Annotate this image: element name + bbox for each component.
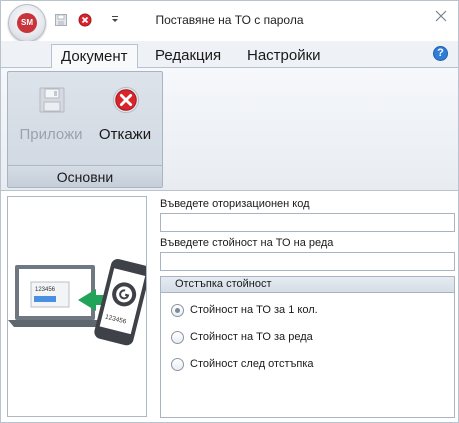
row-value-label: Въведете стойност на ТО на реда xyxy=(160,237,334,249)
laptop-code-text: 123456 xyxy=(35,287,56,293)
cancel-button-label: Откажи xyxy=(98,126,152,143)
ribbon-tab-strip: Документ Редакция Настройки ? xyxy=(1,41,458,69)
option-label: Стойност на ТО за реда xyxy=(190,331,313,343)
ribbon-group-main: Приложи Откажи Основни xyxy=(7,71,163,188)
title-bar: SM Поставяне на ТО с парола xyxy=(1,1,458,42)
tab-edit[interactable]: Редакция xyxy=(146,44,230,68)
cancel-button[interactable]: Откажи xyxy=(92,78,158,154)
radio-button[interactable] xyxy=(171,303,184,317)
close-button[interactable] xyxy=(432,7,450,25)
discount-group: Отстъпка стойност Стойност на ТО за 1 ко… xyxy=(160,276,455,418)
tab-settings[interactable]: Настройки xyxy=(238,44,330,68)
ribbon-panel: Приложи Откажи Основни xyxy=(1,68,458,191)
tab-document[interactable]: Документ xyxy=(51,44,138,69)
ribbon-group-label: Основни xyxy=(8,165,162,187)
option-label: Стойност след отстъпка xyxy=(190,358,314,370)
cancel-icon xyxy=(112,86,140,114)
phone-code-illustration: 123456 123456 xyxy=(8,259,146,346)
apply-button[interactable]: Приложи xyxy=(18,78,84,154)
option-value-after-discount[interactable]: Стойност след отстъпка xyxy=(171,356,314,372)
radio-button[interactable] xyxy=(171,357,184,371)
row-value-input[interactable] xyxy=(160,252,455,271)
discount-group-header: Отстъпка стойност xyxy=(161,277,454,293)
close-icon xyxy=(435,10,447,22)
auth-code-label: Въведете оторизационен код xyxy=(160,198,310,210)
apply-button-label: Приложи xyxy=(19,126,83,143)
option-value-per-row[interactable]: Стойност на ТО за реда xyxy=(171,329,313,345)
illustration-panel: 123456 123456 xyxy=(7,196,147,417)
discount-group-title: Отстъпка стойност xyxy=(175,278,272,290)
radio-button[interactable] xyxy=(171,330,184,344)
help-icon[interactable]: ? xyxy=(433,46,448,61)
auth-code-input[interactable] xyxy=(160,213,455,232)
window-title: Поставяне на ТО с парола xyxy=(155,13,304,27)
option-label: Стойност на ТО за 1 кол. xyxy=(190,304,318,316)
option-value-per-unit[interactable]: Стойност на ТО за 1 кол. xyxy=(171,302,318,318)
dialog-window: SM Поставяне на ТО с парола Документ Ред… xyxy=(0,0,459,423)
save-icon xyxy=(38,86,66,114)
